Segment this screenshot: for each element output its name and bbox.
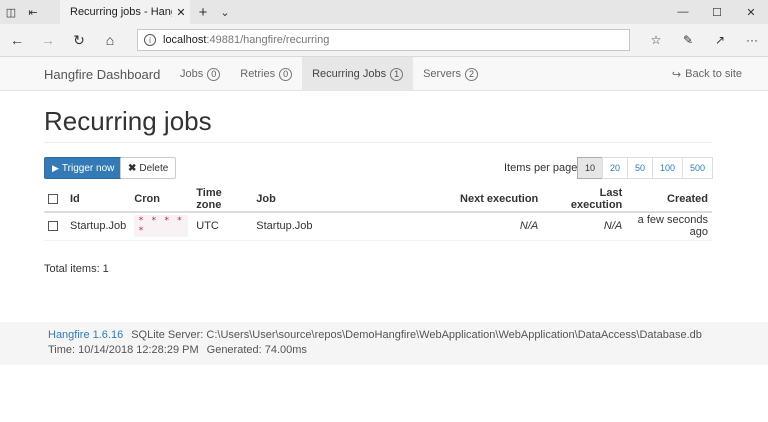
refresh-icon[interactable]: ↻ <box>65 24 93 56</box>
row-checkbox[interactable] <box>48 221 58 232</box>
set-aside-icon[interactable]: ⇤ <box>22 0 44 24</box>
info-icon[interactable]: i <box>144 34 156 46</box>
cell-created: a few seconds ago <box>626 212 712 241</box>
pen-icon[interactable]: ✎ <box>672 24 704 56</box>
row-select-cell <box>44 212 66 241</box>
home-icon[interactable]: ⌂ <box>96 24 124 56</box>
url-host: localhost <box>163 34 207 46</box>
tab-manage-icon[interactable]: ◫ <box>0 0 22 24</box>
share-icon[interactable]: ↗ <box>704 24 736 56</box>
delete-label: Delete <box>139 162 169 174</box>
window-controls: — ☐ ✕ <box>666 0 768 24</box>
url-bar[interactable]: i localhost:49881/hangfire/recurring <box>137 29 630 51</box>
browser-tab-title: Recurring jobs - Hangfire <box>70 6 172 18</box>
nav-item-badge: 1 <box>390 67 404 81</box>
column-header-timezone[interactable]: Time zone <box>192 187 253 213</box>
select-all-checkbox[interactable] <box>48 194 58 205</box>
column-header-id[interactable]: Id <box>66 187 131 213</box>
nav-item-label: Recurring Jobs <box>312 68 387 80</box>
nav-item-retries[interactable]: Retries 0 <box>230 57 302 91</box>
sign-out-icon: ↪ <box>671 68 682 81</box>
column-header-last-execution[interactable]: Last execution <box>542 187 627 213</box>
nav-item-label: Retries <box>240 68 276 80</box>
table-header-row: Id Cron Time zone Job Next execution Las… <box>44 187 712 213</box>
delete-button[interactable]: ✖ Delete <box>120 157 177 179</box>
favorites-icon[interactable]: ☆ <box>640 24 672 56</box>
version-link[interactable]: Hangfire 1.6.16 <box>48 329 123 341</box>
play-circle-icon: ▶ <box>52 162 59 173</box>
nav-item-badge: 2 <box>464 67 478 81</box>
page-size-option[interactable]: 10 <box>577 157 603 179</box>
column-header-job[interactable]: Job <box>252 187 373 213</box>
footer-line-1: Hangfire 1.6.16 SQLite Server: C:\Users\U… <box>48 329 702 341</box>
back-arrow-icon[interactable]: ← <box>3 24 31 56</box>
dashboard-navbar: Hangfire Dashboard Jobs 0 Retries 0 Recu… <box>0 57 768 91</box>
nav-item-servers[interactable]: Servers 2 <box>413 57 488 91</box>
close-icon[interactable]: ✕ <box>172 6 190 19</box>
select-all-header <box>44 187 66 213</box>
cell-next-execution: N/A <box>372 212 543 241</box>
minimize-icon[interactable]: — <box>666 0 700 24</box>
plus-icon[interactable]: + <box>194 0 212 24</box>
items-per-page-label: Items per page: <box>504 162 581 174</box>
footer: Hangfire 1.6.16 SQLite Server: C:\Users\U… <box>0 322 768 365</box>
nav-item-recurring-jobs[interactable]: Recurring Jobs 1 <box>302 57 414 91</box>
nav-items: Jobs 0 Retries 0 Recurring Jobs 1 Server… <box>170 57 488 91</box>
column-header-created[interactable]: Created <box>626 187 712 213</box>
maximize-icon[interactable]: ☐ <box>700 0 734 24</box>
remove-icon: ✖ <box>128 162 137 174</box>
cell-job: Startup.Job <box>252 212 373 241</box>
url-path: :49881/hangfire/recurring <box>206 34 330 46</box>
chevron-down-icon[interactable]: ⌄ <box>216 0 234 24</box>
forward-arrow-icon[interactable]: → <box>34 24 62 56</box>
recurring-jobs-table: Id Cron Time zone Job Next execution Las… <box>44 187 712 241</box>
page-size-option[interactable]: 500 <box>682 157 713 179</box>
column-header-cron[interactable]: Cron <box>130 187 193 213</box>
trigger-now-button[interactable]: ▶ Trigger now <box>44 157 123 179</box>
cell-timezone: UTC <box>192 212 253 241</box>
address-toolbar: ← → ↻ ⌂ i localhost:49881/hangfire/recur… <box>0 24 768 57</box>
cell-last-execution: N/A <box>542 212 627 241</box>
nav-item-badge: 0 <box>279 67 293 81</box>
page-size-selector: 10 20 50 100 500 <box>577 157 713 179</box>
page-size-option[interactable]: 50 <box>627 157 653 179</box>
nav-item-label: Servers <box>423 68 461 80</box>
brand-link[interactable]: Hangfire Dashboard <box>44 57 160 91</box>
back-to-site-label: Back to site <box>685 68 742 80</box>
total-items: Total items: 1 <box>44 263 109 275</box>
table-row: Startup.Job * * * * * UTC Startup.Job N/… <box>44 212 712 241</box>
column-header-next-execution[interactable]: Next execution <box>372 187 543 213</box>
back-to-site-link[interactable]: ↪ Back to site <box>672 57 742 91</box>
trigger-now-label: Trigger now <box>61 162 115 174</box>
server-time: Time: 10/14/2018 12:28:29 PM <box>48 344 199 356</box>
browser-tools: ☆ ✎ ↗ ··· <box>640 24 768 56</box>
cell-cron: * * * * * <box>130 212 193 241</box>
storage-info: SQLite Server: C:\Users\User\source\repo… <box>131 329 702 341</box>
cell-id: Startup.Job <box>66 212 131 241</box>
cron-expression: * * * * * <box>134 215 189 238</box>
generated-time: Generated: 74.00ms <box>206 344 307 356</box>
page-title: Recurring jobs <box>44 106 212 136</box>
footer-line-2: Time: 10/14/2018 12:28:29 PM Generated: 7… <box>48 344 307 356</box>
nav-item-label: Jobs <box>180 68 204 80</box>
nav-item-jobs[interactable]: Jobs 0 <box>170 57 230 91</box>
browser-tab-bar: ◫ ⇤ Recurring jobs - Hangfire ✕ + ⌄ — ☐ … <box>0 0 768 24</box>
page-size-option[interactable]: 20 <box>602 157 628 179</box>
close-icon[interactable]: ✕ <box>734 0 768 24</box>
title-divider <box>44 142 712 143</box>
browser-tab[interactable]: Recurring jobs - Hangfire ✕ <box>60 0 190 24</box>
page-size-option[interactable]: 100 <box>652 157 683 179</box>
nav-item-badge: 0 <box>207 67 221 81</box>
more-icon[interactable]: ··· <box>736 24 768 56</box>
